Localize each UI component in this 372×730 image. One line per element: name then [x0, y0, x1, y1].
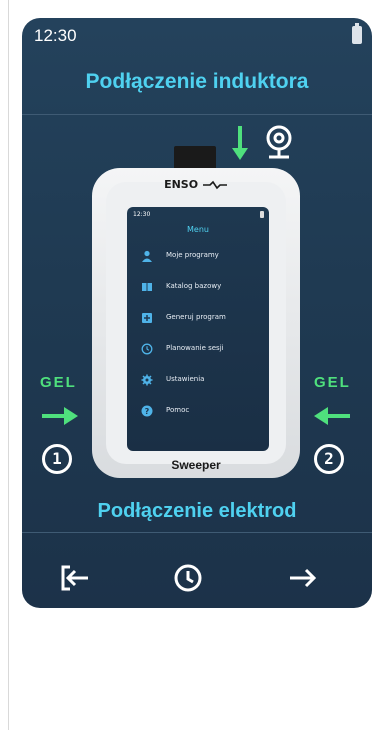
screen-menu-item: Planowanie sesji [141, 342, 265, 356]
screen-menu-item: ? Pomoc [141, 404, 265, 418]
screen-menu-item: Ustawienia [141, 373, 265, 387]
screen-time: 12:30 [133, 211, 151, 218]
device-brand: Sweeper [171, 458, 221, 472]
electrode-2-badge: 2 [314, 444, 344, 474]
screen-menu-label: Planowanie sesji [166, 344, 224, 352]
book-icon [142, 283, 152, 291]
screen-menu-label: Ustawienia [166, 375, 205, 383]
screen-menu-label: Moje programy [166, 251, 219, 259]
electrodes-title: Podłączenie elektrod [97, 500, 297, 522]
clock-button[interactable] [168, 558, 208, 598]
screen-menu-item: Katalog bazowy [141, 280, 265, 294]
divider [22, 532, 372, 533]
screen-menu-label: Pomoc [166, 406, 190, 414]
app-screen: 12:30 Podłączenie induktora ENSO Sweeper… [22, 18, 372, 608]
status-time: 12:30 [34, 26, 77, 45]
electrode-1-badge: 1 [42, 444, 72, 474]
screen-menu-item: Moje programy [141, 249, 265, 263]
arrow-left-icon [314, 407, 350, 425]
device-screen: 12:30 Menu Moje programy Katalog bazowy … [127, 207, 269, 451]
divider [22, 114, 372, 115]
exit-button[interactable] [54, 558, 94, 598]
status-bar: 12:30 [22, 18, 372, 54]
device-logo-text: ENSO [164, 178, 199, 191]
help-icon: ? [141, 405, 153, 417]
screen-menu-item: Generuj program [141, 311, 265, 325]
device-logo: ENSO [92, 178, 300, 191]
user-icon [142, 250, 152, 262]
battery-icon [352, 23, 362, 44]
svg-text:?: ? [145, 407, 150, 416]
gel-right-label: GEL [314, 374, 351, 391]
screen-menu-title: Menu [187, 225, 209, 234]
arrow-down-icon [232, 126, 248, 160]
next-button[interactable] [282, 558, 322, 598]
gear-icon [141, 374, 153, 386]
screen-battery-icon [260, 211, 264, 218]
gel-left-label: GEL [40, 374, 77, 391]
screen-menu-label: Generuj program [166, 313, 226, 321]
plus-icon [142, 313, 152, 323]
wave-icon [202, 180, 227, 190]
clock-icon [141, 343, 153, 355]
device-connector [174, 146, 216, 170]
inductor-icon [266, 125, 292, 159]
arrow-right-icon [42, 407, 78, 425]
page-title: Podłączenie induktora [85, 70, 309, 93]
screen-menu-label: Katalog bazowy [166, 282, 222, 290]
